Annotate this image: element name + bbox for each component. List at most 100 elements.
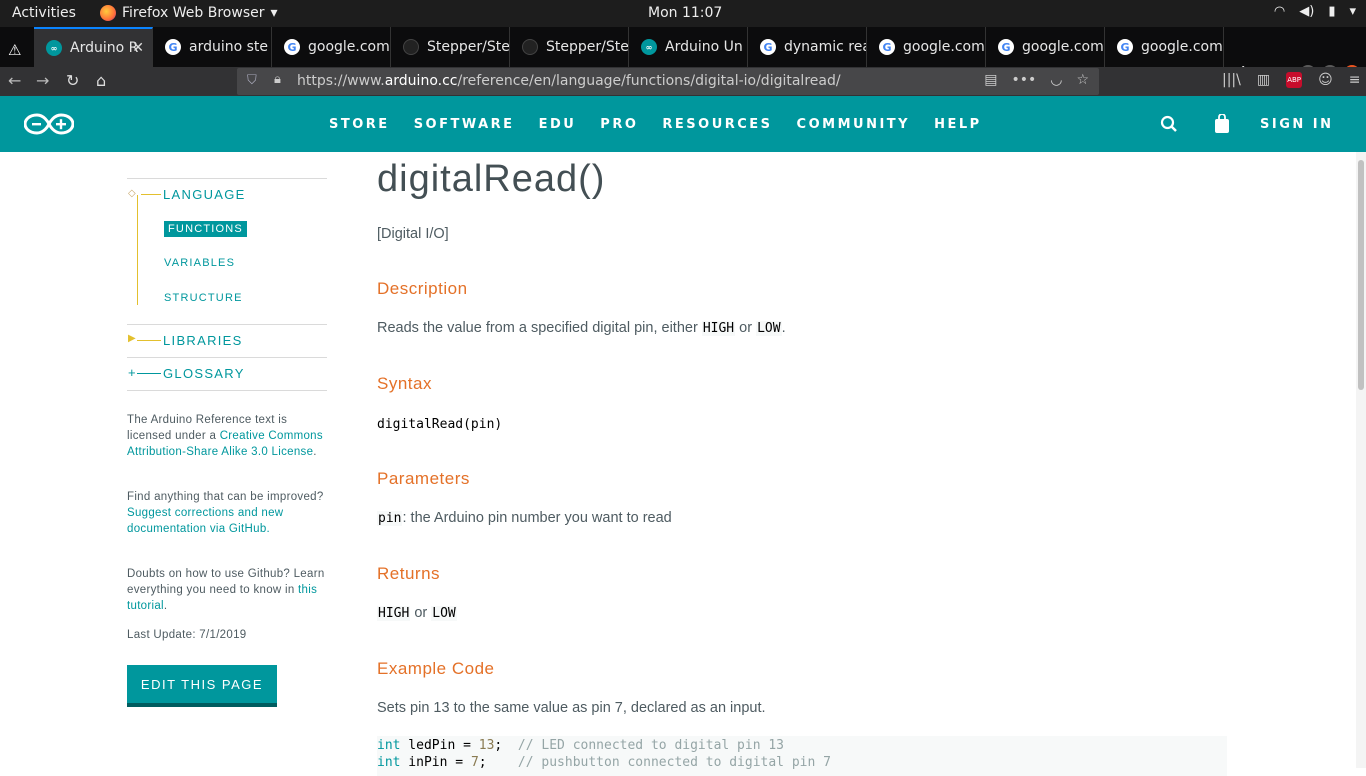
lock-icon[interactable]: 🔒︎ — [274, 72, 281, 87]
battery-icon: ▮ — [1328, 4, 1336, 19]
shopping-bag-icon[interactable] — [1214, 114, 1230, 134]
sidebar-item-functions[interactable]: FUNCTIONS — [164, 221, 247, 237]
last-update: Last Update: 7/1/2019 — [127, 629, 247, 641]
reload-button[interactable]: ↻ — [66, 71, 79, 90]
sidebar-item-glossary[interactable]: GLOSSARY — [163, 366, 245, 381]
system-top-bar: Activities Firefox Web Browser ▾ Mon 11:… — [0, 0, 1366, 27]
tab-label: google.com — [1022, 39, 1104, 55]
site-header: STORE SOFTWARE EDU PRO RESOURCES COMMUNITY HEL… — [0, 96, 1366, 152]
google-favicon-icon: G — [284, 39, 300, 55]
browser-tab[interactable]: ∞ Arduino R ✕ — [34, 27, 153, 67]
sidebar-item-language[interactable]: LANGUAGE — [163, 187, 246, 202]
home-button[interactable]: ⌂ — [96, 71, 106, 90]
sidebar-item-libraries[interactable]: LIBRARIES — [163, 333, 243, 348]
tab-label: google.com — [1141, 39, 1223, 55]
tracking-shield-icon[interactable]: ⛉ — [247, 73, 257, 88]
library-icon[interactable]: |||\ — [1222, 72, 1241, 88]
warning-icon: ⚠ — [8, 41, 22, 59]
sidebar-item-structure[interactable]: STRUCTURE — [164, 292, 243, 304]
browser-tab[interactable]: Garduino ste — [153, 27, 272, 67]
tab-label: google.com — [308, 39, 390, 55]
adblock-icon[interactable]: ABP — [1286, 72, 1303, 88]
edit-page-button[interactable]: EDIT THIS PAGE — [127, 665, 277, 707]
google-favicon-icon: G — [1117, 39, 1133, 55]
site-nav-item-community[interactable]: COMMUNITY — [797, 117, 911, 132]
chevron-down-icon: ▾ — [1349, 4, 1356, 19]
activities-button[interactable]: Activities — [12, 5, 76, 21]
browser-tab[interactable]: Ggoogle.com — [867, 27, 986, 67]
tab-label: google.com — [903, 39, 985, 55]
browser-tab[interactable]: Stepper/Ste — [510, 27, 629, 67]
browser-tab[interactable]: Ggoogle.com — [986, 27, 1105, 67]
site-nav: STORE SOFTWARE EDU PRO RESOURCES COMMUNITY HEL… — [329, 117, 1006, 132]
google-favicon-icon: G — [760, 39, 776, 55]
reader-view-icon[interactable]: ▤ — [984, 72, 997, 88]
arduino-favicon-icon: ∞ — [641, 39, 657, 55]
browser-tab[interactable]: ∞ Arduino Un — [629, 27, 748, 67]
syntax-heading: Syntax — [377, 374, 432, 393]
tab-label: Stepper/Ste — [546, 39, 629, 55]
site-nav-item-pro[interactable]: PRO — [600, 117, 638, 132]
forward-button[interactable]: → — [36, 71, 49, 90]
close-tab-icon[interactable]: ✕ — [132, 40, 144, 56]
site-nav-item-help[interactable]: HELP — [934, 117, 982, 132]
sign-in-link[interactable]: SIGN IN — [1260, 117, 1334, 132]
clock[interactable]: Mon 11:07 — [648, 5, 722, 21]
page-actions-icon[interactable]: ••• — [1011, 72, 1036, 88]
tab-label: Arduino R — [70, 40, 139, 56]
example-code-block[interactable]: int ledPin = 13; // LED connected to dig… — [377, 736, 1227, 776]
google-favicon-icon: G — [879, 39, 895, 55]
site-nav-item-resources[interactable]: RESOURCES — [662, 117, 772, 132]
divider — [127, 357, 327, 358]
browser-tab[interactable]: Ggoogle.com — [1105, 27, 1224, 67]
sidebar-icon[interactable]: ▥ — [1257, 72, 1270, 88]
site-nav-item-software[interactable]: SOFTWARE — [414, 117, 515, 132]
menu-icon[interactable]: ≡ — [1349, 72, 1361, 88]
syntax-code: digitalRead(pin) — [377, 417, 503, 432]
divider — [127, 390, 327, 391]
app-menu[interactable]: Firefox Web Browser ▾ — [100, 5, 278, 21]
system-tray[interactable]: ◠ ◀) ▮ ▾ — [1274, 4, 1356, 19]
github-favicon-icon — [403, 39, 419, 55]
site-tools: SIGN IN — [1160, 114, 1334, 134]
arduino-logo[interactable] — [24, 112, 74, 136]
url-text[interactable]: https://www.arduino.cc/reference/en/lang… — [297, 73, 841, 89]
browser-tab[interactable]: Ggoogle.com — [272, 27, 391, 67]
url-bar[interactable]: ⛉ 🔒︎ https://www.arduino.cc/reference/en… — [237, 68, 1099, 95]
divider — [127, 178, 327, 179]
category-label: [Digital I/O] — [377, 226, 449, 242]
tab-label: Arduino Un — [665, 39, 743, 55]
extension-icon[interactable]: ☺ — [1318, 72, 1333, 88]
tab-label: Stepper/Ste — [427, 39, 510, 55]
browser-tab[interactable]: Stepper/Ste — [391, 27, 510, 67]
sidebar-item-variables[interactable]: VARIABLES — [164, 257, 235, 269]
tab-label: dynamic rea — [784, 39, 867, 55]
github-favicon-icon — [522, 39, 538, 55]
toolbar-right: |||\ ▥ ABP ☺ ≡ — [1222, 72, 1360, 88]
returns-text: HIGH or LOW — [377, 605, 457, 621]
arduino-favicon-icon: ∞ — [46, 40, 62, 56]
site-nav-item-store[interactable]: STORE — [329, 117, 390, 132]
diamond-icon: ◇ — [128, 188, 136, 199]
tab-bar: ⚠ ∞ Arduino R ✕ Garduino ste Ggoogle.com Step… — [0, 27, 1366, 86]
page-title: digitalRead() — [377, 158, 606, 200]
tab-label: arduino ste — [189, 39, 269, 55]
navigation-toolbar: ← → ↻ ⌂ ⛉ 🔒︎ https://www.arduino.cc/refe… — [0, 67, 1366, 96]
suggest-corrections-link[interactable]: Suggest corrections and new documentatio… — [127, 507, 283, 535]
chevron-down-icon: ▾ — [270, 5, 278, 21]
parameter-pin: pin: the Arduino pin number you want to … — [377, 510, 672, 526]
plus-icon: + — [128, 365, 136, 380]
google-favicon-icon: G — [165, 39, 181, 55]
browser-tab[interactable]: Gdynamic rea — [748, 27, 867, 67]
pocket-icon[interactable]: ◡ — [1050, 72, 1062, 88]
example-code-heading: Example Code — [377, 659, 495, 678]
search-icon[interactable] — [1160, 115, 1178, 133]
bookmark-star-icon[interactable]: ☆ — [1076, 72, 1089, 88]
returns-heading: Returns — [377, 564, 441, 583]
scrollbar-thumb[interactable] — [1358, 160, 1364, 390]
page-scrollbar[interactable] — [1356, 152, 1366, 768]
site-nav-item-edu[interactable]: EDU — [539, 117, 577, 132]
description-heading: Description — [377, 279, 468, 298]
github-help-note: Doubts on how to use Github? Learn every… — [127, 568, 325, 612]
back-button[interactable]: ← — [8, 71, 21, 90]
